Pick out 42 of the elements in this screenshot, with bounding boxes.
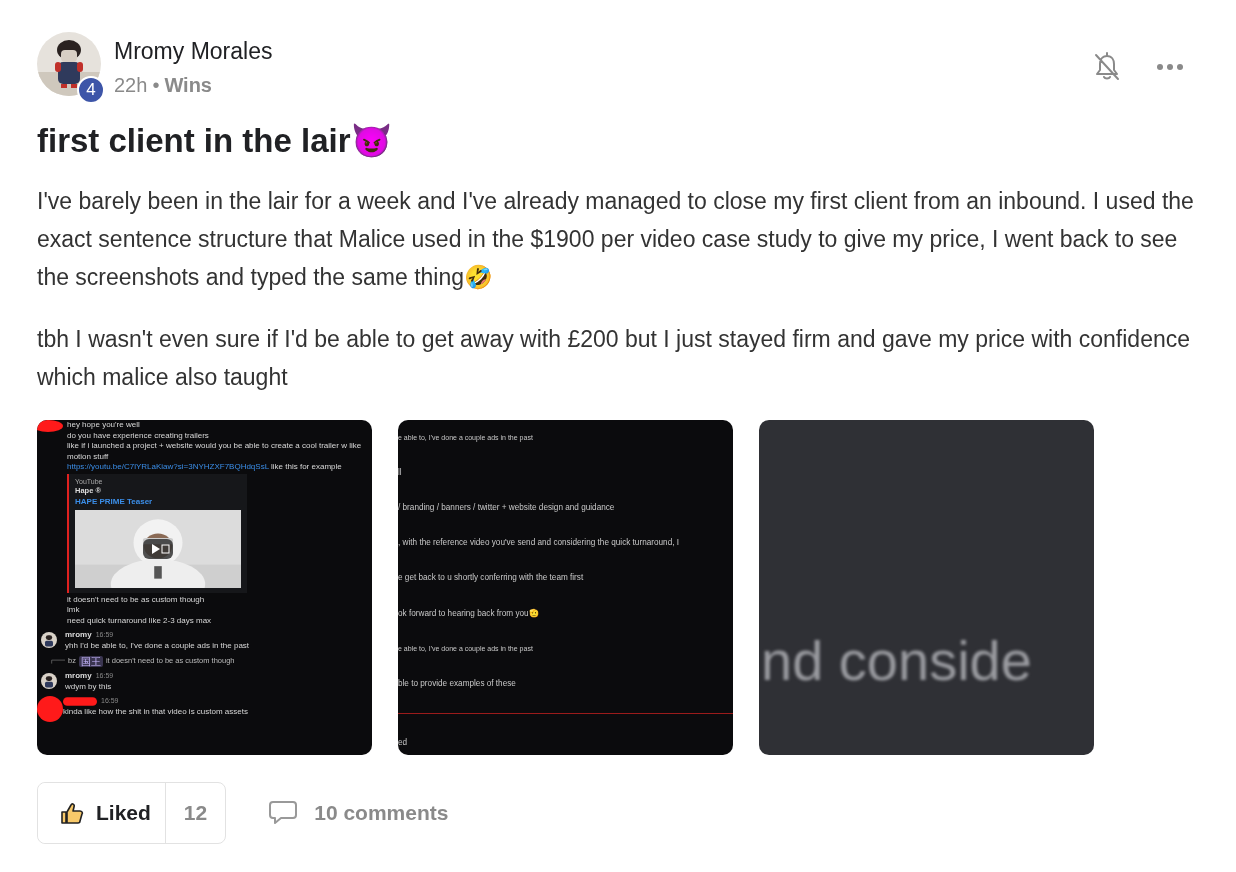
chat-text: ed	[398, 737, 409, 749]
author-name[interactable]: Mromy Morales	[114, 38, 273, 65]
chat-screenshot[interactable]	[37, 420, 372, 755]
chat-text: it doesn't need to be as custom though	[67, 594, 206, 605]
like-button[interactable]: Liked	[38, 783, 166, 843]
reply-line-icon	[51, 658, 65, 664]
chat-text: do you have experience creating trailers	[67, 430, 210, 441]
role-tag: 国王	[78, 655, 103, 667]
chat-text: kinda like how the shit in that video is custom assets	[63, 706, 248, 717]
category-link[interactable]: Wins	[164, 74, 212, 97]
more-icon[interactable]	[1157, 64, 1183, 70]
muted-bell-icon[interactable]	[1093, 52, 1121, 82]
chat-text: , with the reference video you've send and considering the quick turnaround, I	[398, 537, 681, 550]
chat-text: hey hope you're well	[67, 420, 140, 429]
message-author: mromy	[65, 671, 92, 682]
comments-button[interactable]: 10 comments	[268, 800, 449, 826]
post-title: first client in the lair😈	[37, 121, 393, 160]
zoomed-screenshot[interactable]: nd conside	[759, 420, 1094, 755]
post-paragraph: I've barely been in the lair for a week and I've already managed to close my first client from an inbound. I used the exact sentence structure that Malice used in the $1900 per video case study to give my price, I went back to see the screenshots and typed the same thing🤣	[37, 187, 1195, 292]
blurred-text: nd conside	[761, 629, 1033, 693]
avatar-icon	[41, 632, 57, 648]
chat-text: / branding / banners / twitter + website design and guidance	[398, 502, 616, 515]
level-badge: 4	[77, 76, 105, 104]
chat-text: need quick turnaround like 2-3 days max	[67, 615, 213, 626]
chat-text: ble to provide examples of these	[398, 677, 517, 690]
chat-text: yhh I'd be able to, I've done a couple ads in the past	[65, 640, 250, 651]
chat-text: ll	[398, 467, 403, 480]
chat-text: e get back to u shortly conferring with the team first	[398, 572, 585, 585]
chat-text: https://youtu.be/C7lYRLaKiaw?si=3NYHZXF7BQHdqSsL like this for example	[67, 462, 343, 473]
embed-title[interactable]: HAPE PRIME Teaser	[75, 495, 241, 507]
message-author: mromy	[65, 630, 92, 641]
chat-text: lmk	[67, 605, 81, 616]
post-time: 22h	[114, 74, 148, 97]
avatar-icon	[41, 673, 57, 689]
video-link[interactable]: https://youtu.be/C7lYRLaKiaw?si=3NYHZXF7BQHdqSsL	[67, 462, 269, 471]
redaction-mark	[37, 420, 63, 432]
chat-text: wdym by this	[65, 681, 113, 692]
separator: •	[152, 74, 160, 97]
like-count[interactable]: 12	[165, 783, 226, 843]
comment-icon	[268, 800, 299, 826]
post-paragraph: tbh I wasn't even sure if I'd be able to get away with £200 but I just stayed firm and gave my price with confidence which malice also taught	[37, 325, 1192, 392]
chat-text: ok forward to hearing back from you🫡	[398, 607, 540, 620]
